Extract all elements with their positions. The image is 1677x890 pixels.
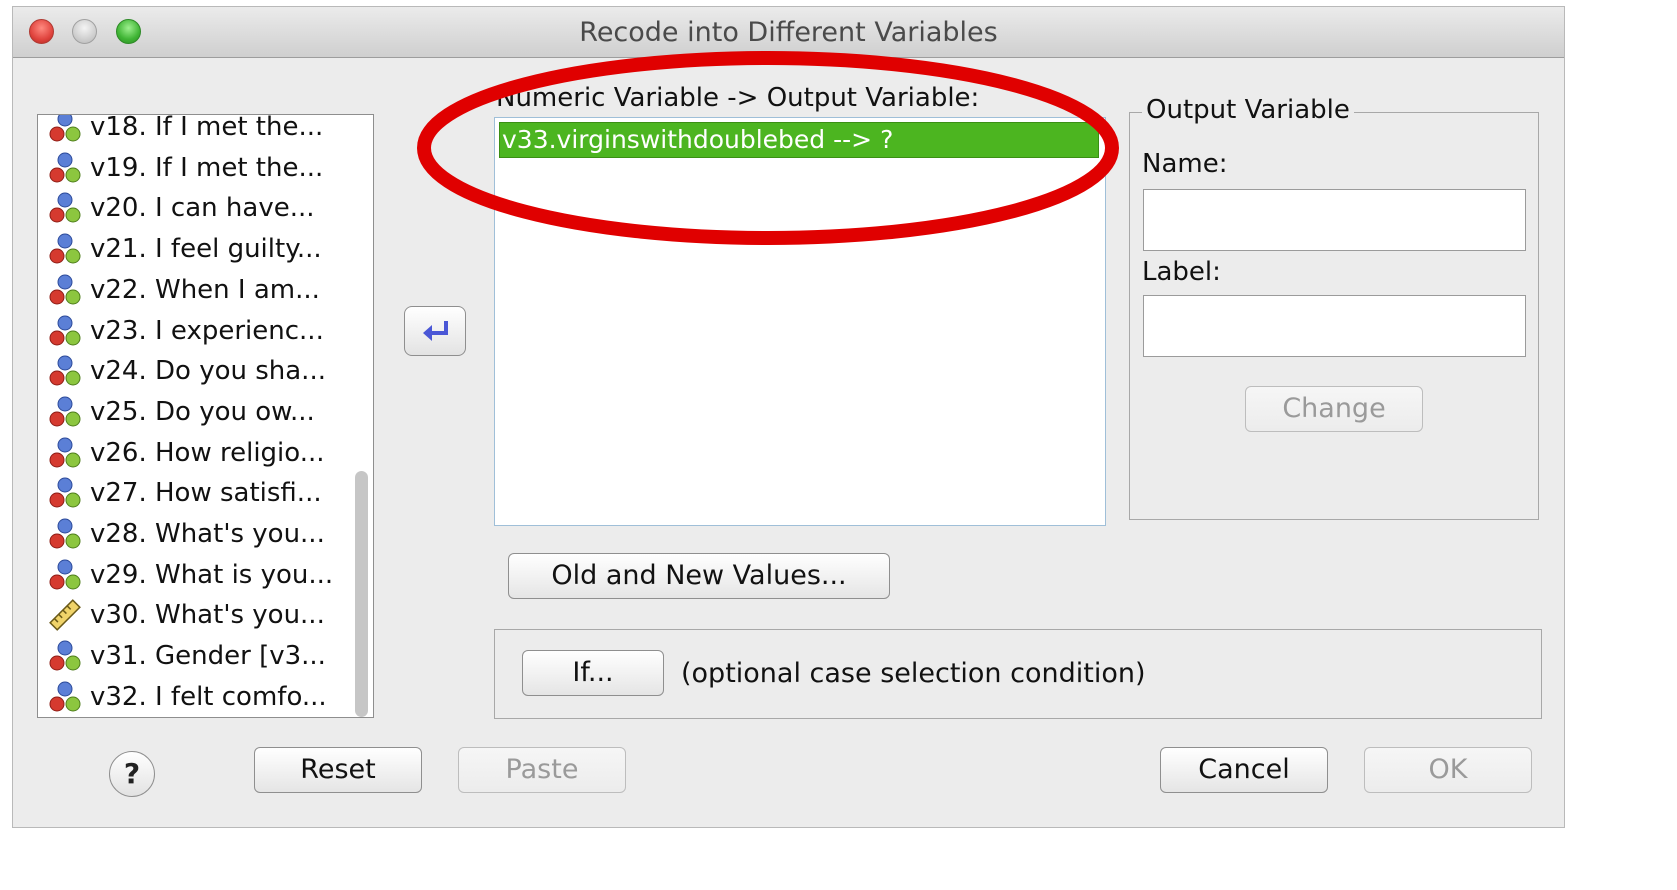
output-variable-group: Output Variable Name: Label: Change [1129,95,1539,520]
group-title: Output Variable [1142,95,1354,125]
variable-label: v32. I felt comfo... [90,681,327,712]
list-item[interactable]: v33.virginswithdoublebed --> ? [499,122,1099,158]
old-and-new-values-button[interactable]: Old and New Values... [508,553,890,599]
nominal-variable-icon [46,190,84,226]
variable-label: v23. I experienc... [90,315,324,346]
case-selection-group: If... (optional case selection condition… [494,629,1542,719]
list-item[interactable]: v24. Do you sha... [46,351,342,391]
label-label: Label: [1142,257,1221,287]
list-item[interactable]: v21. I feel guilty... [46,229,342,269]
nominal-variable-icon [46,394,84,430]
list-item[interactable]: v22. When I am... [46,270,342,310]
ok-button[interactable]: OK [1364,747,1532,793]
list-item[interactable]: v29. What is you... [46,555,342,595]
variable-label: v22. When I am... [90,274,320,305]
list-item[interactable]: v28. What's you... [46,514,342,554]
list-item[interactable]: v20. I can have... [46,188,342,228]
variable-label: v26. How religio... [90,437,325,468]
paste-button[interactable]: Paste [458,747,626,793]
if-button[interactable]: If... [522,650,664,696]
list-item[interactable]: v30. What's you... [46,595,342,635]
nominal-variable-icon [46,638,84,674]
title-bar: Recode into Different Variables [13,7,1564,58]
nominal-variable-icon [46,272,84,308]
variable-label: v21. I feel guilty... [90,234,322,265]
nominal-variable-icon [46,150,84,186]
dialog-window: Recode into Different Variables v18. If … [12,6,1565,828]
name-field[interactable] [1143,189,1526,251]
variable-label: v18. If I met the... [90,114,324,142]
nominal-variable-icon [46,557,84,593]
move-variable-button[interactable] [404,306,466,356]
list-item[interactable]: v32. I felt comfo... [46,677,342,717]
variable-label: v20. I can have... [90,193,315,224]
cancel-button[interactable]: Cancel [1160,747,1328,793]
nominal-variable-icon [46,231,84,267]
variable-label: v31. Gender [v3... [90,641,326,672]
scrollbar-thumb[interactable] [355,471,368,717]
variable-label: v24. Do you sha... [90,356,326,387]
nominal-variable-icon [46,115,84,145]
variable-label: v28. What's you... [90,519,325,549]
list-item[interactable]: v23. I experienc... [46,311,342,351]
window-title: Recode into Different Variables [579,17,998,48]
source-variable-list[interactable]: v18. If I met the... v19. If I met the...… [37,114,374,718]
variable-label: v19. If I met the... [90,152,324,183]
if-description: (optional case selection condition) [681,658,1146,689]
arrow-left-icon [423,321,448,341]
variable-label: v29. What is you... [90,559,334,590]
change-button[interactable]: Change [1245,386,1423,432]
nominal-variable-icon [46,353,84,389]
nominal-variable-icon [46,679,84,715]
label-field[interactable] [1143,295,1526,357]
list-item[interactable]: v27. How satisfi... [46,473,342,513]
mapping-list-label: Numeric Variable -> Output Variable: [496,83,980,113]
nominal-variable-icon [46,516,84,552]
list-item[interactable]: v25. Do you ow... [46,392,342,432]
variable-label: v30. What's you... [90,600,325,631]
nominal-variable-icon [46,475,84,511]
list-item[interactable]: v18. If I met the... [46,114,342,147]
list-item[interactable]: v26. How religio... [46,433,342,473]
scale-ruler-icon [46,597,84,633]
variable-label: v27. How satisfi... [90,478,322,509]
list-item[interactable]: v31. Gender [v3... [46,636,342,676]
nominal-variable-icon [46,435,84,471]
name-label: Name: [1142,149,1228,179]
mapping-list[interactable]: v33.virginswithdoublebed --> ? [494,117,1106,526]
help-button[interactable]: ? [109,751,155,797]
list-item[interactable]: v19. If I met the... [46,148,342,188]
variable-label: v25. Do you ow... [90,396,315,427]
reset-button[interactable]: Reset [254,747,422,793]
nominal-variable-icon [46,313,84,349]
list-scrollbar[interactable] [353,119,369,717]
